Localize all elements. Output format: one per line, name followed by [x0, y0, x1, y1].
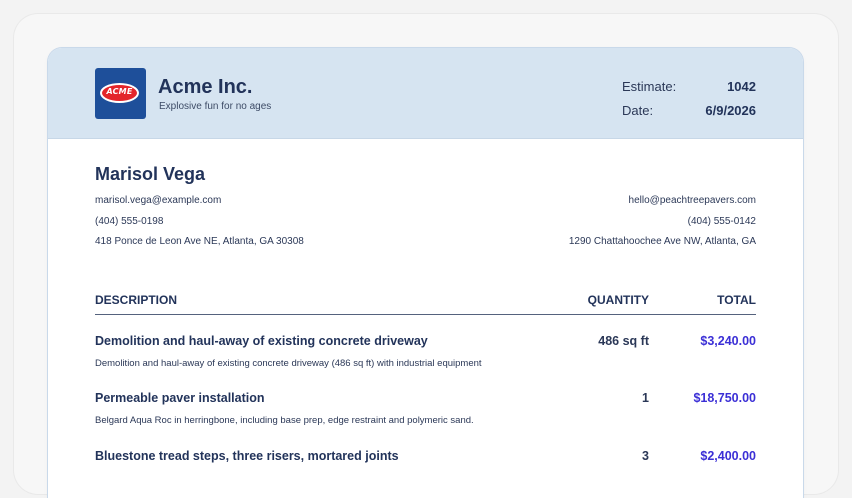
- estimate-label: Estimate:: [622, 79, 677, 94]
- vendor-phone: (404) 555-0142: [687, 216, 756, 227]
- logo-text: ACME: [106, 87, 133, 96]
- line-item-quantity: 1: [642, 391, 649, 405]
- estimate-date: 6/9/2026: [705, 103, 756, 118]
- estimate-header: ACME Acme Inc. Explosive fun for no ages…: [48, 48, 803, 139]
- company-logo: ACME: [95, 68, 146, 119]
- line-item-title: Bluestone tread steps, three risers, mor…: [95, 449, 399, 463]
- date-label: Date:: [622, 103, 654, 118]
- client-address: 418 Ponce de Leon Ave NE, Atlanta, GA 30…: [95, 236, 304, 247]
- column-header-description: DESCRIPTION: [95, 293, 178, 307]
- table-header-divider: [95, 314, 756, 315]
- estimate-number: 1042: [727, 79, 756, 94]
- line-item-description: Belgard Aqua Roc in herringbone, includi…: [95, 415, 474, 426]
- vendor-email: hello@peachtreepavers.com: [628, 195, 756, 206]
- line-item-total: $18,750.00: [693, 391, 756, 405]
- line-item-total: $2,400.00: [700, 449, 756, 463]
- company-name: Acme Inc.: [158, 76, 253, 98]
- line-item-title: Demolition and haul-away of existing con…: [95, 334, 428, 348]
- company-tagline: Explosive fun for no ages: [159, 101, 272, 112]
- client-name: Marisol Vega: [95, 164, 206, 184]
- logo-badge: ACME: [100, 83, 139, 103]
- column-header-quantity: QUANTITY: [587, 293, 649, 307]
- line-item-title: Permeable paver installation: [95, 391, 265, 405]
- line-item-quantity: 486 sq ft: [598, 334, 649, 348]
- line-item-total: $3,240.00: [700, 334, 756, 348]
- vendor-address: 1290 Chattahoochee Ave NW, Atlanta, GA: [568, 236, 756, 247]
- client-phone: (404) 555-0198: [95, 216, 164, 227]
- column-header-total: TOTAL: [717, 293, 756, 307]
- line-item-quantity: 3: [642, 449, 649, 463]
- client-email: marisol.vega@example.com: [95, 195, 222, 206]
- line-item-description: Demolition and haul-away of existing con…: [95, 358, 482, 369]
- estimate-document: ACME Acme Inc. Explosive fun for no ages…: [48, 48, 803, 498]
